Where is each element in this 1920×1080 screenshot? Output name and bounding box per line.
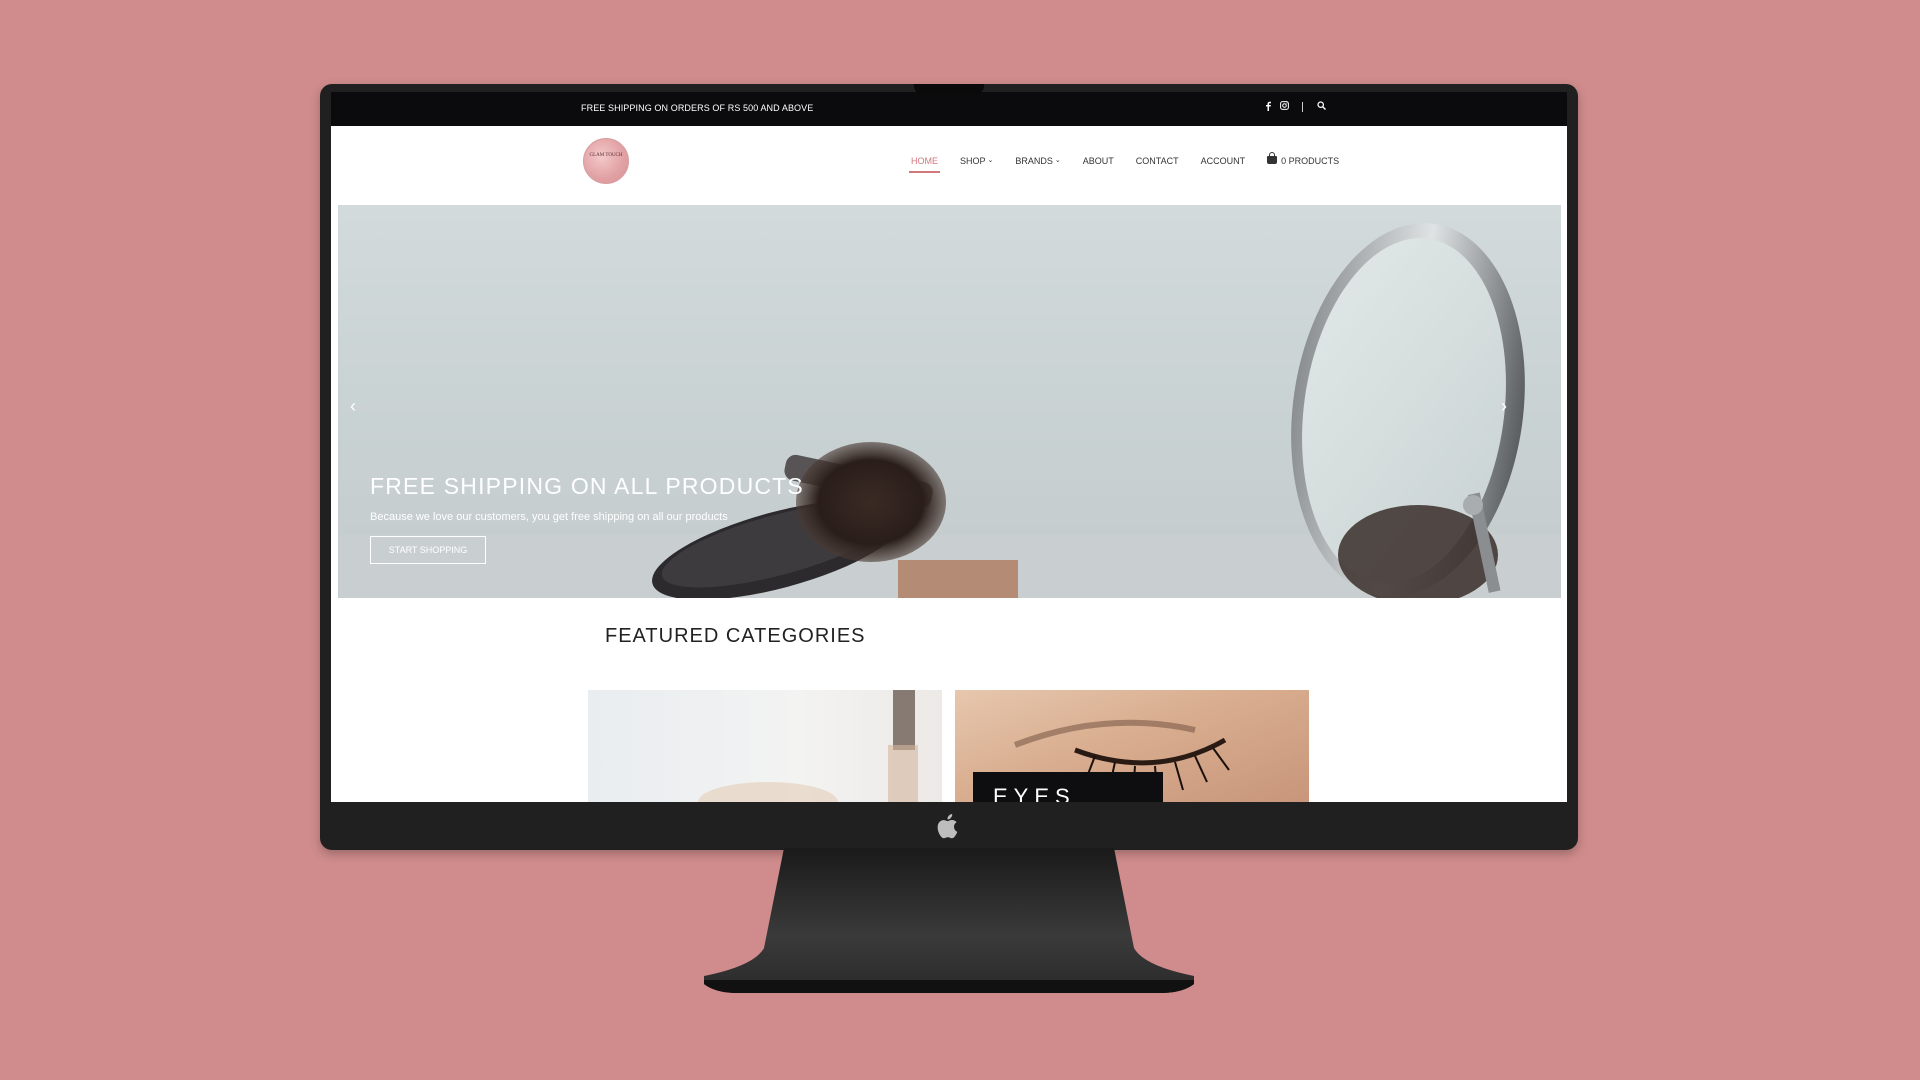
main-nav: HOME SHOP ⌄ BRANDS ⌄ ABOUT CONTACT ACCOUNT…: [909, 152, 1340, 173]
cart-link[interactable]: 0 PRODUCTS: [1267, 152, 1340, 166]
featured-categories-heading: FEATURED CATEGORIES: [605, 625, 866, 647]
category-image: [698, 690, 918, 802]
hero-image: [338, 223, 1561, 598]
instagram-icon[interactable]: [1278, 101, 1290, 113]
announcement-bar: FREE SHIPPING ON ORDERS OF RS 500 AND AB…: [331, 92, 1567, 126]
search-icon[interactable]: [1315, 101, 1327, 113]
shipping-promo-text: FREE SHIPPING ON ORDERS OF RS 500 AND AB…: [581, 103, 814, 113]
nav-item-account[interactable]: ACCOUNT: [1201, 156, 1246, 166]
site-header: GLAM TOUCH HOME SHOP ⌄ BRANDS ⌄ ABOUT CONT…: [331, 126, 1567, 204]
facebook-icon[interactable]: [1262, 101, 1274, 113]
hero-slider: ‹ › FREE SHIPPING ON ALL PRODUCTS Becaus…: [338, 205, 1561, 598]
logo-text: GLAM TOUCH: [589, 153, 623, 158]
apple-logo-icon: [937, 814, 958, 839]
monitor-chin: [320, 802, 1578, 850]
nav-item-contact[interactable]: CONTACT: [1136, 156, 1179, 166]
nav-label: BRANDS: [1015, 156, 1053, 166]
nav-label: ACCOUNT: [1200, 156, 1246, 166]
hero-subtitle: Because we love our customers, you get f…: [370, 511, 728, 523]
nav-label: ABOUT: [1082, 156, 1114, 166]
website-screen: FREE SHIPPING ON ORDERS OF RS 500 AND AB…: [331, 92, 1567, 802]
brand-logo[interactable]: GLAM TOUCH: [583, 138, 629, 184]
nav-item-home[interactable]: HOME: [909, 156, 940, 173]
chevron-down-icon: ⌄: [1054, 156, 1061, 164]
shopping-bag-icon: [1267, 152, 1278, 164]
chevron-down-icon: ⌄: [987, 156, 994, 164]
category-card-eyes[interactable]: EYES: [955, 690, 1309, 802]
category-card-face[interactable]: [588, 690, 942, 802]
hero-title: FREE SHIPPING ON ALL PRODUCTS: [370, 473, 804, 499]
nav-label: SHOP: [960, 156, 986, 166]
social-icons: [1262, 101, 1327, 113]
cart-count: 0 PRODUCTS: [1281, 156, 1340, 166]
nav-item-brands[interactable]: BRANDS ⌄: [1015, 156, 1060, 166]
slider-prev-icon[interactable]: ‹: [350, 396, 356, 417]
category-label: EYES: [973, 772, 1163, 802]
camera-notch: [914, 84, 984, 94]
monitor-stand: [704, 848, 1194, 993]
nav-item-about[interactable]: ABOUT: [1083, 156, 1114, 166]
start-shopping-button[interactable]: START SHOPPING: [370, 536, 486, 564]
nav-label: CONTACT: [1135, 156, 1179, 166]
nav-label: HOME: [911, 156, 938, 166]
slider-next-icon[interactable]: ›: [1501, 396, 1507, 417]
divider: [1302, 102, 1303, 112]
nav-item-shop[interactable]: SHOP ⌄: [960, 156, 993, 166]
